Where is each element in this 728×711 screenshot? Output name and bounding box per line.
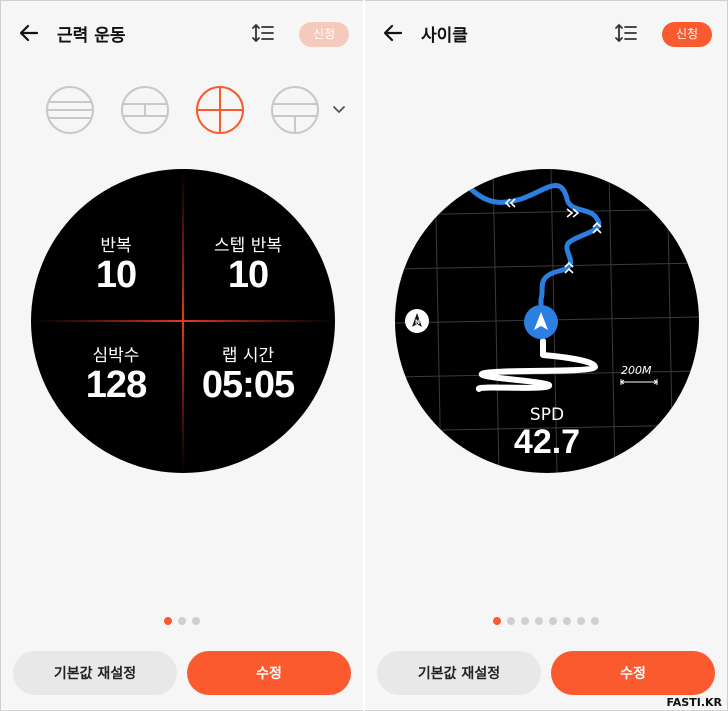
watermark-brand: FASTI.KR xyxy=(666,696,722,709)
field-value: 05:05 xyxy=(201,364,295,406)
edit-button[interactable]: 수정 xyxy=(187,651,351,695)
page-dot-4[interactable] xyxy=(535,617,543,625)
reorder-icon[interactable] xyxy=(251,21,275,45)
page-dot-8[interactable] xyxy=(591,617,599,625)
edit-button[interactable]: 수정 xyxy=(551,651,715,695)
page-dot-3[interactable] xyxy=(192,617,200,625)
header: 근력 운동 신청 xyxy=(1,1,363,67)
reset-default-button[interactable]: 기본값 재설정 xyxy=(13,651,177,695)
back-arrow-icon[interactable] xyxy=(15,19,43,47)
svg-text:N: N xyxy=(415,319,420,326)
field-heart-rate[interactable]: 심박수 128 xyxy=(40,341,192,407)
apply-button[interactable]: 신청 xyxy=(299,22,349,47)
reset-default-button[interactable]: 기본값 재설정 xyxy=(377,651,541,695)
layout-split-middle-icon[interactable] xyxy=(120,85,170,135)
back-arrow-icon[interactable] xyxy=(379,19,407,47)
scale-label: 200M xyxy=(621,364,652,377)
strength-workout-panel: 근력 운동 신청 반복 10 스텝 반복 10 심박수 128 랩 시간 05:… xyxy=(1,1,363,709)
north-compass-icon[interactable]: N xyxy=(404,308,430,334)
speed-value: 42.7 xyxy=(513,423,581,461)
speed-label: SPD xyxy=(529,405,565,425)
page-indicator xyxy=(1,610,363,625)
layout-split-bottom-icon[interactable] xyxy=(270,85,320,135)
scale-bar xyxy=(620,379,658,385)
chevron-down-icon[interactable] xyxy=(329,99,349,119)
page-dot-7[interactable] xyxy=(577,617,585,625)
watch-face-map: 200M N SPD 42.7 xyxy=(395,169,699,473)
reorder-icon[interactable] xyxy=(614,21,638,45)
field-step-reps[interactable]: 스텝 반복 10 xyxy=(172,231,324,297)
page-dot-3[interactable] xyxy=(521,617,529,625)
page-dot-5[interactable] xyxy=(549,617,557,625)
field-label: 스텝 반복 xyxy=(214,236,282,256)
watch-face: 반복 10 스텝 반복 10 심박수 128 랩 시간 05:05 xyxy=(31,169,335,473)
page-dot-1[interactable] xyxy=(493,617,501,625)
field-value: 128 xyxy=(85,364,147,406)
quad-divider-lines xyxy=(31,169,335,473)
field-lap-time[interactable]: 랩 시간 05:05 xyxy=(172,341,324,407)
layout-selector xyxy=(1,85,363,137)
header: 사이클 신청 xyxy=(365,1,727,67)
page-dot-2[interactable] xyxy=(178,617,186,625)
field-label: 랩 시간 xyxy=(221,346,275,366)
field-label: 반복 xyxy=(100,236,132,256)
field-reps[interactable]: 반복 10 xyxy=(40,231,192,297)
field-value: 10 xyxy=(95,254,137,296)
page-dot-1[interactable] xyxy=(164,617,172,625)
field-value: 10 xyxy=(227,254,269,296)
completed-route xyxy=(468,183,602,324)
page-dot-2[interactable] xyxy=(507,617,515,625)
page-indicator xyxy=(365,610,727,625)
cycle-panel: 사이클 신청 200M N SPD 42.7 기본값 재설정 수정 xyxy=(365,1,727,709)
layout-rows-icon[interactable] xyxy=(45,85,95,135)
current-location-icon xyxy=(524,305,558,339)
field-label: 심박수 xyxy=(92,346,140,366)
apply-button[interactable]: 신청 xyxy=(662,22,712,47)
page-title: 근력 운동 xyxy=(57,26,126,46)
layout-quad-icon[interactable] xyxy=(195,85,245,135)
page-dot-6[interactable] xyxy=(563,617,571,625)
page-title: 사이클 xyxy=(421,26,468,46)
